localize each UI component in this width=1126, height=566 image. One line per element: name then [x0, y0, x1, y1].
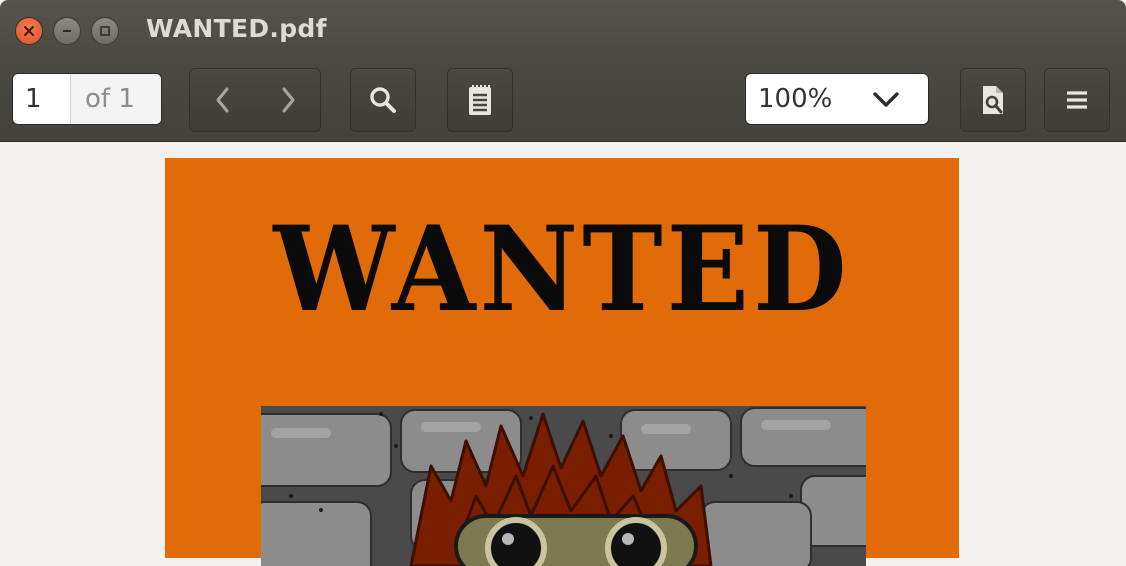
toolbar: 1 of 1 100% [0, 62, 1126, 142]
notepad-icon [469, 85, 491, 115]
pdf-page: WANTED [165, 158, 959, 566]
close-icon [24, 26, 34, 36]
document-viewer[interactable]: WANTED [0, 142, 1126, 566]
minimize-window-button[interactable] [53, 17, 81, 45]
hamburger-icon [1067, 91, 1087, 109]
zoom-value: 100% [758, 84, 833, 114]
search-icon [370, 87, 396, 113]
page-total-label: of 1 [70, 74, 161, 124]
sidebar-toggle-button[interactable] [447, 68, 513, 132]
next-page-button[interactable] [255, 69, 320, 131]
maximize-icon [100, 26, 110, 36]
wanted-photo [261, 406, 866, 566]
title-bar: WANTED.pdf [0, 0, 1126, 62]
search-button[interactable] [350, 68, 416, 132]
previous-page-button[interactable] [190, 69, 255, 131]
chevron-right-icon [282, 87, 294, 113]
minimize-icon [63, 30, 71, 32]
document-search-icon [983, 86, 1003, 114]
zoom-select[interactable]: 100% [745, 73, 929, 125]
window-title: WANTED.pdf [146, 14, 327, 43]
wanted-character-image [261, 406, 866, 566]
wanted-headline: WANTED [273, 201, 851, 339]
page-selector: 1 of 1 [12, 73, 162, 125]
maximize-window-button[interactable] [91, 17, 119, 45]
document-search-button[interactable] [960, 68, 1026, 132]
page-number-input[interactable]: 1 [13, 74, 70, 124]
chevron-down-icon [873, 92, 899, 107]
close-window-button[interactable] [15, 17, 43, 45]
page-navigation-group [189, 68, 321, 132]
menu-button[interactable] [1044, 68, 1110, 132]
chevron-left-icon [216, 87, 228, 113]
